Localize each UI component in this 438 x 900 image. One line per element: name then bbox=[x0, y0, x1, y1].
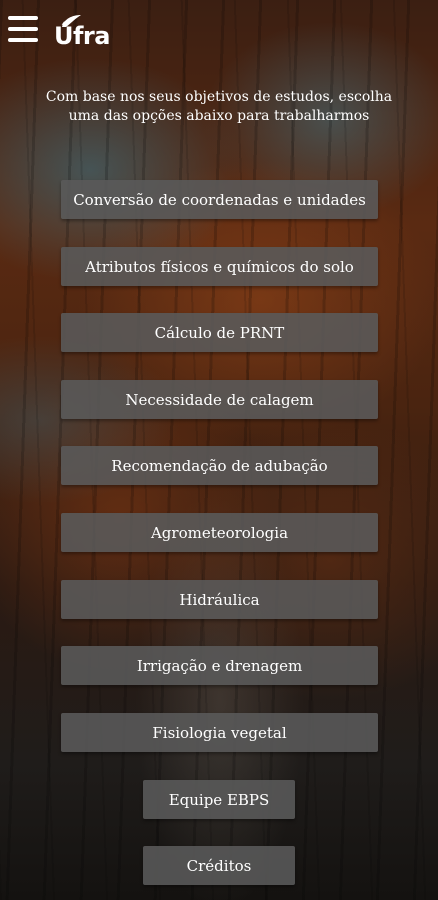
logo-text: Úfra bbox=[54, 22, 110, 50]
menu-button-hidraulica[interactable]: Hidráulica bbox=[61, 580, 378, 619]
menu-button-agrometeorologia[interactable]: Agrometeorologia bbox=[61, 513, 378, 552]
menu-button-irrigacao-drenagem[interactable]: Irrigação e drenagem bbox=[61, 646, 378, 685]
menu-button-atributos-solo[interactable]: Atributos físicos e químicos do solo bbox=[61, 247, 378, 286]
menu-button-recomendacao-adubacao[interactable]: Recomendação de adubação bbox=[61, 446, 378, 485]
menu-button-fisiologia-vegetal[interactable]: Fisiologia vegetal bbox=[61, 713, 378, 752]
menu-button-creditos[interactable]: Créditos bbox=[143, 846, 295, 885]
intro-text: Com base nos seus objetivos de estudos, … bbox=[45, 89, 393, 124]
hamburger-menu-icon[interactable] bbox=[8, 16, 38, 42]
menu-button-necessidade-calagem[interactable]: Necessidade de calagem bbox=[61, 380, 378, 419]
ufra-logo: Úfra bbox=[54, 14, 124, 50]
app-header: Úfra bbox=[0, 0, 438, 64]
menu-button-calculo-prnt[interactable]: Cálculo de PRNT bbox=[61, 313, 378, 352]
menu-button-equipe-ebps[interactable]: Equipe EBPS bbox=[143, 780, 295, 819]
menu-button-conversao[interactable]: Conversão de coordenadas e unidades bbox=[61, 180, 378, 219]
